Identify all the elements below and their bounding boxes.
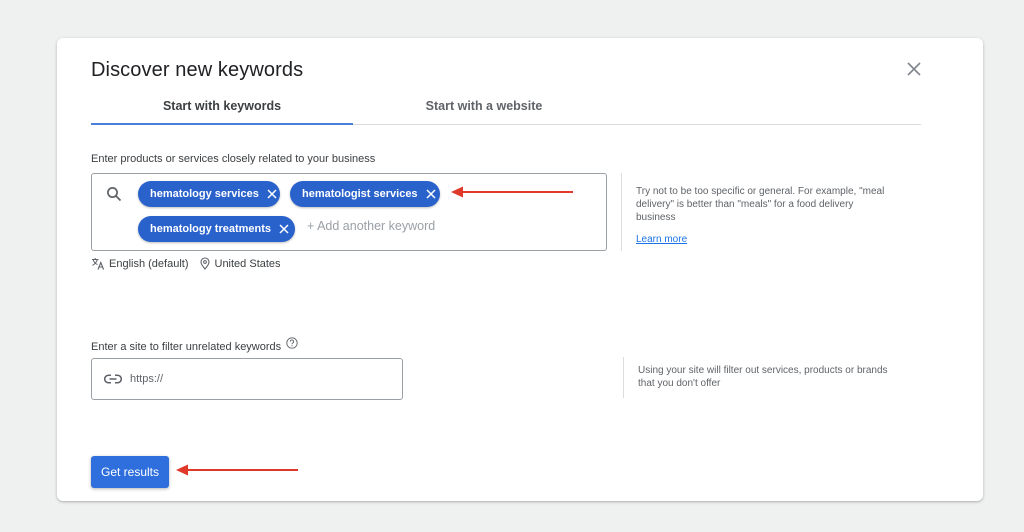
close-icon [426,189,436,199]
chip-label: hematologist services [302,188,418,200]
tab-bar: Start with keywords Start with a website [91,88,921,125]
dialog-title: Discover new keywords [91,59,304,81]
site-url-field[interactable] [91,358,403,400]
keywords-help-text: Try not to be too specific or general. F… [636,186,885,223]
location-selector[interactable]: United States [199,257,281,270]
location-label: United States [214,257,281,270]
search-icon [107,187,122,202]
remove-chip-button[interactable] [279,224,289,234]
learn-more-link[interactable]: Learn more [636,233,687,246]
tab-start-with-website[interactable]: Start with a website [353,88,615,124]
get-results-button[interactable]: Get results [91,456,169,488]
link-icon [104,374,122,384]
keyword-chip[interactable]: hematology treatments [138,216,295,242]
site-help-panel: Using your site will filter out services… [623,357,888,398]
help-circle-icon[interactable] [286,337,298,349]
add-keyword-input[interactable]: + Add another keyword [307,219,435,233]
tab-start-with-keywords[interactable]: Start with keywords [91,88,353,125]
location-pin-icon [199,257,210,270]
targeting-row: English (default) United States [91,257,281,270]
remove-chip-button[interactable] [267,189,277,199]
tab-label: Start with keywords [162,99,282,113]
keyword-chip[interactable]: hematologist services [290,181,440,207]
close-icon [267,189,277,199]
tab-label: Start with a website [425,99,543,113]
keyword-chip[interactable]: hematology services [138,181,280,207]
language-label: English (default) [109,257,189,270]
site-help-text: Using your site will filter out services… [638,365,888,389]
keywords-help-panel: Try not to be too specific or general. F… [621,173,891,251]
translate-icon [92,258,105,270]
chip-label: hematology treatments [150,223,272,235]
close-icon [907,62,921,76]
language-selector[interactable]: English (default) [91,257,189,270]
discover-keywords-dialog: Discover new keywords Start with keyword… [57,38,983,501]
close-icon [279,224,289,234]
site-url-input[interactable] [130,373,380,385]
close-button[interactable] [903,58,925,80]
annotation-arrow-button [176,464,298,476]
chip-label: hematology services [150,188,259,200]
remove-chip-button[interactable] [426,189,436,199]
site-filter-label-text: Enter a site to filter unrelated keyword… [91,341,282,353]
keywords-label: Enter products or services closely relat… [91,153,376,165]
annotation-arrow-chips [451,186,573,198]
site-filter-label: Enter a site to filter unrelated keyword… [91,337,298,353]
